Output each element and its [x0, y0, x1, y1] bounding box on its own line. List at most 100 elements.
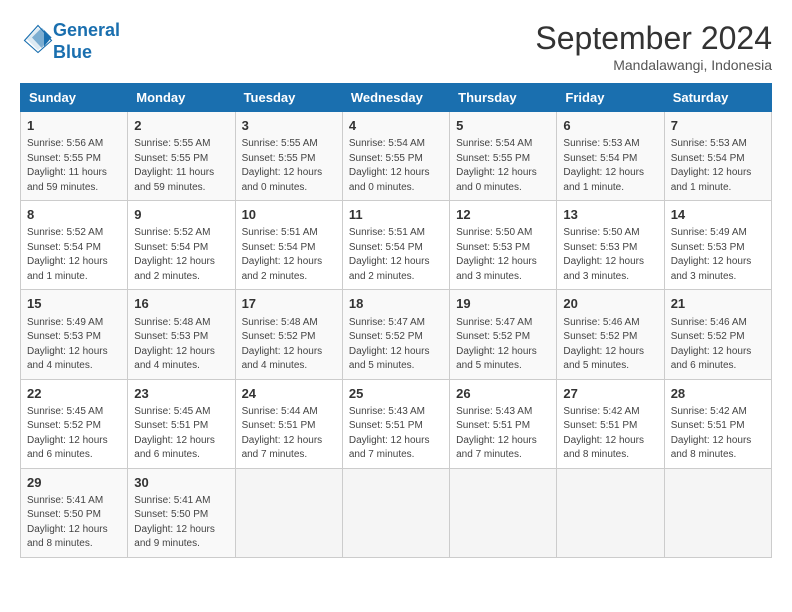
day-number: 6 — [563, 117, 657, 135]
day-number: 2 — [134, 117, 228, 135]
calendar-cell: 25 Sunrise: 5:43 AM Sunset: 5:51 PM Dayli… — [342, 379, 449, 468]
day-number: 17 — [242, 295, 336, 313]
logo-line1: General — [53, 20, 120, 40]
day-info: Sunrise: 5:46 AM Sunset: 5:52 PM Dayligh… — [563, 316, 657, 374]
day-number: 10 — [242, 206, 336, 224]
calendar-cell: 2 Sunrise: 5:55 AM Sunset: 5:55 PM Daylig… — [128, 112, 235, 201]
calendar-cell — [450, 468, 557, 557]
weekday-header-row: SundayMondayTuesdayWednesdayThursdayFrid… — [21, 84, 772, 112]
day-info: Sunrise: 5:55 AM Sunset: 5:55 PM Dayligh… — [134, 137, 228, 195]
calendar-cell: 7Sunrise: 5:53 AM Sunset: 5:54 PM Daylig… — [664, 112, 771, 201]
calendar-cell: 23 Sunrise: 5:45 AM Sunset: 5:51 PM Dayli… — [128, 379, 235, 468]
logo-text: General Blue — [53, 20, 120, 63]
weekday-header-thursday: Thursday — [450, 84, 557, 112]
day-info: Sunrise: 5:43 AM Sunset: 5:51 PM Dayligh… — [456, 405, 550, 463]
day-number: 9 — [134, 206, 228, 224]
day-info: Sunrise: 5:42 AM Sunset: 5:51 PM Dayligh… — [563, 405, 657, 463]
calendar-week-2: 8 Sunrise: 5:52 AM Sunset: 5:54 PM Daylig… — [21, 201, 772, 290]
weekday-header-saturday: Saturday — [664, 84, 771, 112]
calendar-cell: 29 Sunrise: 5:41 AM Sunset: 5:50 PM Dayli… — [21, 468, 128, 557]
day-info: Sunrise: 5:43 AM Sunset: 5:51 PM Dayligh… — [349, 405, 443, 463]
day-info: Sunrise: 5:41 AM Sunset: 5:50 PM Dayligh… — [27, 494, 121, 552]
calendar-table: SundayMondayTuesdayWednesdayThursdayFrid… — [20, 83, 772, 558]
weekday-header-friday: Friday — [557, 84, 664, 112]
calendar-week-5: 29 Sunrise: 5:41 AM Sunset: 5:50 PM Dayli… — [21, 468, 772, 557]
day-number: 20 — [563, 295, 657, 313]
calendar-cell: 4Sunrise: 5:54 AM Sunset: 5:55 PM Daylig… — [342, 112, 449, 201]
day-number: 19 — [456, 295, 550, 313]
weekday-header-wednesday: Wednesday — [342, 84, 449, 112]
day-info: Sunrise: 5:48 AM Sunset: 5:52 PM Dayligh… — [242, 316, 336, 374]
day-info: Sunrise: 5:52 AM Sunset: 5:54 PM Dayligh… — [134, 226, 228, 284]
calendar-cell: 18 Sunrise: 5:47 AM Sunset: 5:52 PM Dayli… — [342, 290, 449, 379]
day-info: Sunrise: 5:44 AM Sunset: 5:51 PM Dayligh… — [242, 405, 336, 463]
day-number: 11 — [349, 206, 443, 224]
location-subtitle: Mandalawangi, Indonesia — [535, 57, 772, 73]
page-header: General Blue September 2024 Mandalawangi… — [20, 20, 772, 73]
day-number: 4 — [349, 117, 443, 135]
day-info: Sunrise: 5:45 AM Sunset: 5:52 PM Dayligh… — [27, 405, 121, 463]
day-number: 14 — [671, 206, 765, 224]
day-info: Sunrise: 5:54 AM Sunset: 5:55 PM Dayligh… — [456, 137, 550, 195]
calendar-cell: 6 Sunrise: 5:53 AM Sunset: 5:54 PM Daylig… — [557, 112, 664, 201]
month-title: September 2024 — [535, 20, 772, 57]
day-info: Sunrise: 5:53 AM Sunset: 5:54 PM Dayligh… — [563, 137, 657, 195]
calendar-week-3: 15 Sunrise: 5:49 AM Sunset: 5:53 PM Dayli… — [21, 290, 772, 379]
logo-line2: Blue — [53, 42, 92, 62]
day-number: 8 — [27, 206, 121, 224]
calendar-cell: 27 Sunrise: 5:42 AM Sunset: 5:51 PM Dayli… — [557, 379, 664, 468]
day-number: 23 — [134, 385, 228, 403]
calendar-cell: 26 Sunrise: 5:43 AM Sunset: 5:51 PM Dayli… — [450, 379, 557, 468]
logo: General Blue — [20, 20, 120, 63]
calendar-cell: 19 Sunrise: 5:47 AM Sunset: 5:52 PM Dayli… — [450, 290, 557, 379]
day-number: 25 — [349, 385, 443, 403]
day-info: Sunrise: 5:55 AM Sunset: 5:55 PM Dayligh… — [242, 137, 336, 195]
day-number: 26 — [456, 385, 550, 403]
day-number: 15 — [27, 295, 121, 313]
day-info: Sunrise: 5:51 AM Sunset: 5:54 PM Dayligh… — [349, 226, 443, 284]
day-info: Sunrise: 5:45 AM Sunset: 5:51 PM Dayligh… — [134, 405, 228, 463]
day-number: 1 — [27, 117, 121, 135]
day-info: Sunrise: 5:56 AM Sunset: 5:55 PM Dayligh… — [27, 137, 121, 195]
day-number: 22 — [27, 385, 121, 403]
calendar-cell: 30Sunrise: 5:41 AM Sunset: 5:50 PM Dayli… — [128, 468, 235, 557]
day-number: 30 — [134, 474, 228, 492]
day-number: 16 — [134, 295, 228, 313]
day-number: 3 — [242, 117, 336, 135]
day-number: 24 — [242, 385, 336, 403]
calendar-cell: 14 Sunrise: 5:49 AM Sunset: 5:53 PM Dayli… — [664, 201, 771, 290]
day-info: Sunrise: 5:50 AM Sunset: 5:53 PM Dayligh… — [563, 226, 657, 284]
weekday-header-tuesday: Tuesday — [235, 84, 342, 112]
day-number: 12 — [456, 206, 550, 224]
title-block: September 2024 Mandalawangi, Indonesia — [535, 20, 772, 73]
calendar-cell: 13Sunrise: 5:50 AM Sunset: 5:53 PM Dayli… — [557, 201, 664, 290]
calendar-cell — [235, 468, 342, 557]
day-info: Sunrise: 5:52 AM Sunset: 5:54 PM Dayligh… — [27, 226, 121, 284]
day-info: Sunrise: 5:42 AM Sunset: 5:51 PM Dayligh… — [671, 405, 765, 463]
day-info: Sunrise: 5:49 AM Sunset: 5:53 PM Dayligh… — [27, 316, 121, 374]
calendar-cell: 1 Sunrise: 5:56 AM Sunset: 5:55 PM Daylig… — [21, 112, 128, 201]
calendar-cell — [342, 468, 449, 557]
day-number: 21 — [671, 295, 765, 313]
calendar-cell — [664, 468, 771, 557]
day-info: Sunrise: 5:47 AM Sunset: 5:52 PM Dayligh… — [349, 316, 443, 374]
weekday-header-sunday: Sunday — [21, 84, 128, 112]
calendar-cell: 20 Sunrise: 5:46 AM Sunset: 5:52 PM Dayli… — [557, 290, 664, 379]
calendar-cell: 16Sunrise: 5:48 AM Sunset: 5:53 PM Dayli… — [128, 290, 235, 379]
calendar-cell: 8 Sunrise: 5:52 AM Sunset: 5:54 PM Daylig… — [21, 201, 128, 290]
calendar-cell: 21Sunrise: 5:46 AM Sunset: 5:52 PM Dayli… — [664, 290, 771, 379]
day-info: Sunrise: 5:51 AM Sunset: 5:54 PM Dayligh… — [242, 226, 336, 284]
day-info: Sunrise: 5:49 AM Sunset: 5:53 PM Dayligh… — [671, 226, 765, 284]
day-number: 18 — [349, 295, 443, 313]
calendar-cell: 28Sunrise: 5:42 AM Sunset: 5:51 PM Dayli… — [664, 379, 771, 468]
calendar-cell: 3 Sunrise: 5:55 AM Sunset: 5:55 PM Daylig… — [235, 112, 342, 201]
day-number: 27 — [563, 385, 657, 403]
calendar-week-4: 22 Sunrise: 5:45 AM Sunset: 5:52 PM Dayli… — [21, 379, 772, 468]
calendar-body: 1 Sunrise: 5:56 AM Sunset: 5:55 PM Daylig… — [21, 112, 772, 558]
calendar-cell: 22 Sunrise: 5:45 AM Sunset: 5:52 PM Dayli… — [21, 379, 128, 468]
day-info: Sunrise: 5:47 AM Sunset: 5:52 PM Dayligh… — [456, 316, 550, 374]
calendar-cell: 11 Sunrise: 5:51 AM Sunset: 5:54 PM Dayli… — [342, 201, 449, 290]
day-number: 5 — [456, 117, 550, 135]
day-number: 29 — [27, 474, 121, 492]
weekday-header-monday: Monday — [128, 84, 235, 112]
